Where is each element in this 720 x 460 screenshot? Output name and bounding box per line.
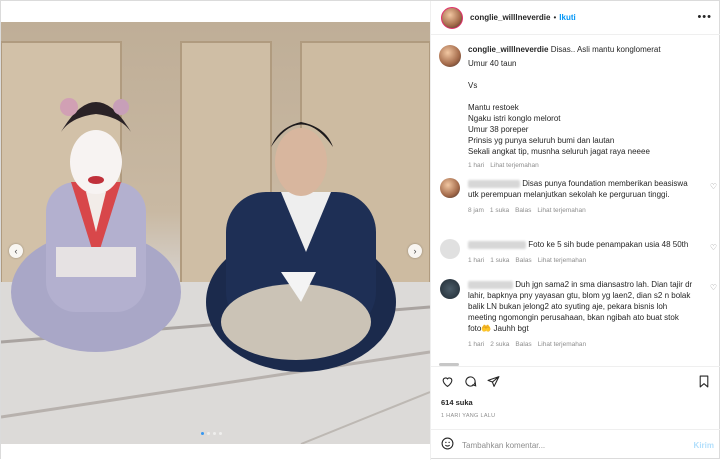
caption-line: Sekali angkat tip, musnha seluruh jagat … <box>468 147 650 156</box>
commenter-avatar[interactable] <box>440 239 460 259</box>
comment-meta: 1 hari 2 suka Balas Lihat terjemahan <box>468 339 693 350</box>
comment-item: Duh jgn sama2 in sma diansastro lah. Dia… <box>439 279 719 350</box>
reply-button[interactable]: Balas <box>515 255 531 266</box>
comment-icon[interactable] <box>464 375 477 390</box>
comment-likes[interactable]: 1 suka <box>490 205 509 216</box>
caption-text: Disas.. Asli mantu konglomerat <box>550 45 661 54</box>
follow-button[interactable]: Ikuti <box>559 13 575 22</box>
commenter-avatar[interactable] <box>440 279 460 299</box>
comment-time: 8 jam <box>468 207 484 214</box>
author-avatar[interactable] <box>441 6 463 29</box>
carousel-indicator <box>201 432 222 435</box>
caption-line: Prinsis yg punya seluruh bumi dan lautan <box>468 136 615 145</box>
translate-link[interactable]: Lihat terjemahan <box>538 339 586 350</box>
translate-link[interactable]: Lihat terjemahan <box>538 255 586 266</box>
caption-line <box>468 91 708 102</box>
caption-avatar[interactable] <box>439 45 461 67</box>
like-comment-icon[interactable]: ♡ <box>710 182 717 191</box>
commenter-avatar[interactable] <box>440 178 460 198</box>
comment-item: Foto ke 5 sih bude penampakan usia 48 50… <box>439 239 719 266</box>
comment-item: Disas punya foundation memberikan beasis… <box>439 178 719 216</box>
likes-count[interactable]: 614 suka <box>441 398 473 407</box>
commenter-username-redacted[interactable] <box>468 240 526 249</box>
caption-time: 1 hari <box>468 162 485 169</box>
caption-lines: Umur 40 taun Vs Mantu restoek Ngaku istr… <box>468 58 708 157</box>
header-separator: • <box>553 13 557 22</box>
post-comment-button[interactable]: Kirim <box>694 441 714 450</box>
comment-text: Foto ke 5 sih bude penampakan usia 48 50… <box>528 240 689 249</box>
post-sidebar: conglie_willlneverdie • Ikuti ••• congli… <box>430 1 720 460</box>
caption-line <box>468 69 708 80</box>
caption-first-line: conglie_willlneverdie Disas.. Asli mantu… <box>468 45 708 54</box>
caption-line: Umur 40 taun <box>468 59 517 68</box>
translate-link[interactable]: Lihat terjemahan <box>537 205 585 216</box>
carousel-dot <box>219 432 222 435</box>
comment-text-block: Duh jgn sama2 in sma diansastro lah. Dia… <box>468 279 693 334</box>
scene-illustration <box>1 41 430 444</box>
caption-username[interactable]: conglie_willlneverdie <box>468 45 548 54</box>
post-media: ‹ › <box>1 1 430 460</box>
more-options-icon[interactable]: ••• <box>697 11 712 23</box>
comment-time: 1 hari <box>468 341 485 348</box>
comment-text-block: Disas punya foundation memberikan beasis… <box>468 178 693 200</box>
comment-likes[interactable]: 1 suka <box>490 255 509 266</box>
commenter-username-redacted[interactable] <box>468 179 520 188</box>
comment-likes[interactable]: 2 suka <box>490 339 509 350</box>
comment-meta: 1 hari 1 suka Balas Lihat terjemahan <box>468 255 693 266</box>
carousel-dot <box>213 432 216 435</box>
post-header: conglie_willlneverdie • Ikuti ••• <box>431 1 720 35</box>
comment-input[interactable] <box>462 440 682 450</box>
carousel-dot <box>201 432 204 435</box>
caption-meta: 1 hari Lihat terjemahan <box>468 162 708 169</box>
post-timestamp: 1 HARI YANG LALU <box>441 413 496 419</box>
comments-list[interactable]: conglie_willlneverdie Disas.. Asli mantu… <box>431 36 720 366</box>
comment-meta: 8 jam 1 suka Balas Lihat terjemahan <box>468 205 693 216</box>
caption-line: Ngaku istri konglo melorot <box>468 114 561 123</box>
caption-translate-link[interactable]: Lihat terjemahan <box>490 162 538 169</box>
chevron-left-icon: ‹ <box>14 246 18 256</box>
like-comment-icon[interactable]: ♡ <box>710 243 717 252</box>
post-caption: conglie_willlneverdie Disas.. Asli mantu… <box>439 45 715 169</box>
comment-text-block: Foto ke 5 sih bude penampakan usia 48 50… <box>468 239 693 250</box>
carousel-dot <box>207 432 210 435</box>
bookmark-icon[interactable] <box>698 375 710 390</box>
send-icon[interactable] <box>487 375 500 390</box>
smiley-icon[interactable] <box>441 437 454 453</box>
caption-line: Vs <box>468 81 478 90</box>
previous-image-button[interactable]: ‹ <box>9 244 23 258</box>
action-bar <box>431 366 720 396</box>
author-username[interactable]: conglie_willlneverdie <box>470 13 550 22</box>
chevron-right-icon: › <box>413 246 417 256</box>
caption-line: Umur 38 poreper <box>468 125 529 134</box>
heart-icon[interactable] <box>441 375 454 390</box>
comment-time: 1 hari <box>468 257 485 264</box>
reply-button[interactable]: Balas <box>515 339 531 350</box>
video-frame[interactable]: ‹ › <box>1 22 430 444</box>
reply-button[interactable]: Balas <box>515 205 531 216</box>
next-image-button[interactable]: › <box>408 244 422 258</box>
instagram-post: ‹ › conglie_willlneverdie • Ikuti ••• co… <box>0 0 720 460</box>
add-comment-bar: Kirim <box>431 429 720 460</box>
commenter-username-redacted[interactable] <box>468 280 513 289</box>
like-comment-icon[interactable]: ♡ <box>710 283 717 292</box>
caption-line: Mantu restoek <box>468 103 519 112</box>
